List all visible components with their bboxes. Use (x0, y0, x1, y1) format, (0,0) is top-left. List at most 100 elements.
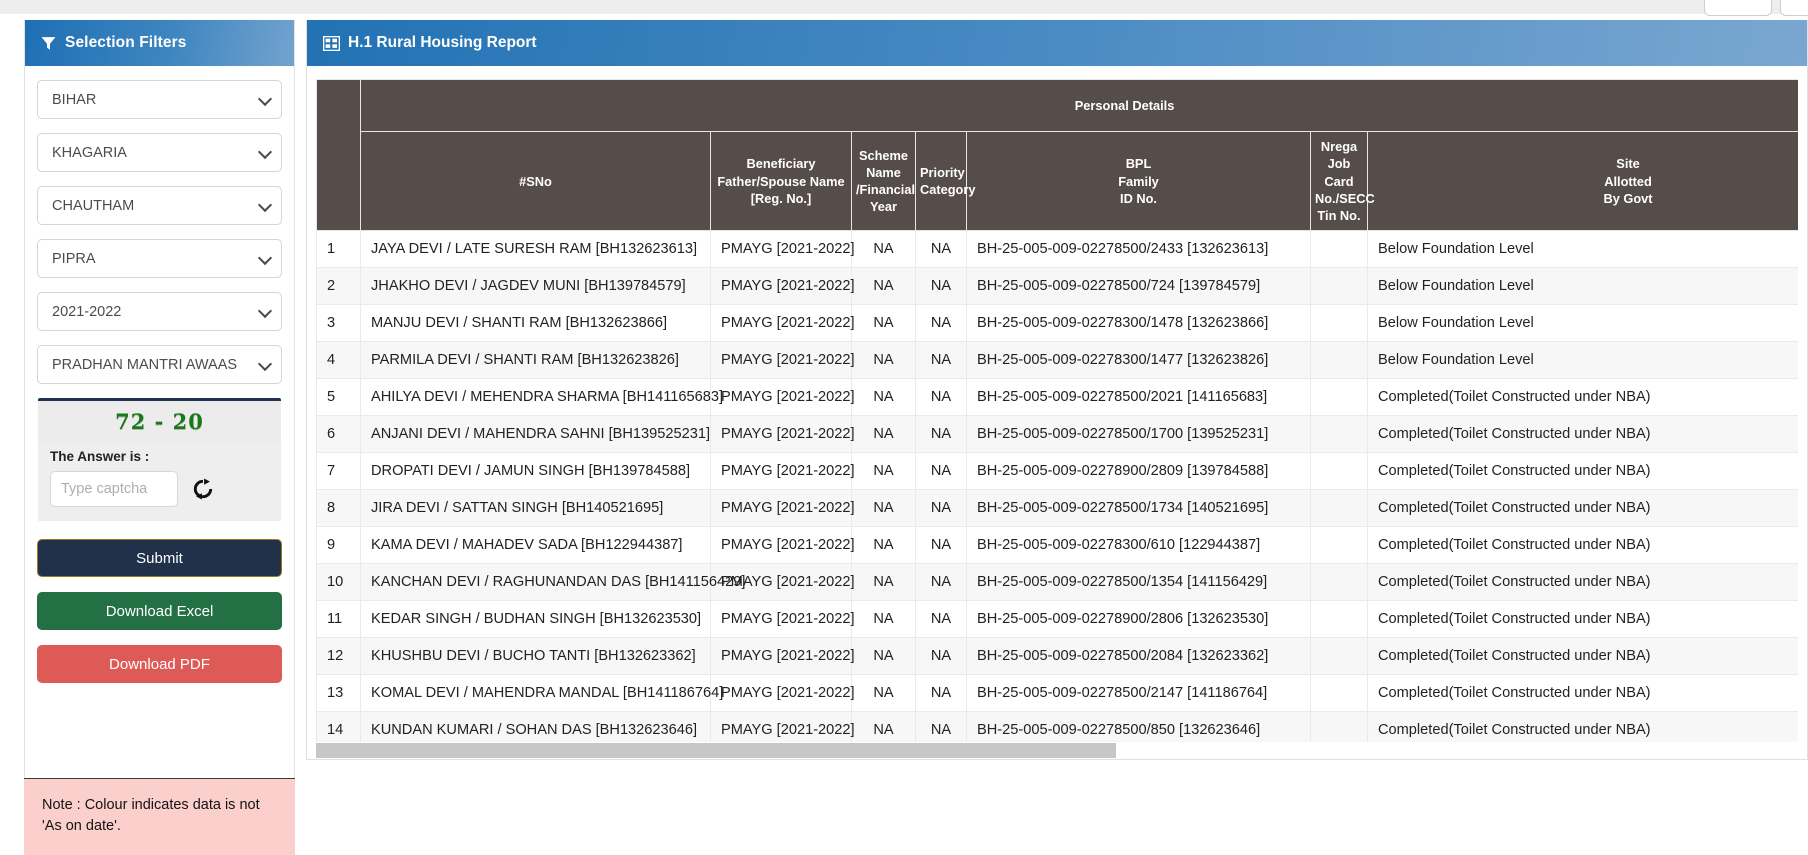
cell-bpl-family-id: NA (915, 563, 967, 602)
col-header-bpl-line3: ID No. (1120, 190, 1157, 206)
cell-priority-category: NA (851, 452, 916, 491)
cell-sno: 9 (316, 526, 361, 565)
cell-priority-category: NA (851, 378, 916, 417)
col-header-beneficiary[interactable]: Beneficiary Father/Spouse Name [Reg. No.… (710, 130, 852, 232)
colour-note: Note : Colour indicates data is not 'As … (24, 777, 295, 855)
download-pdf-button[interactable]: Download PDF (37, 645, 282, 683)
cell-bpl-family-id: NA (915, 267, 967, 306)
cell-beneficiary-name: KEDAR SINGH / BUDHAN SINGH [BH132623530] (360, 600, 711, 639)
col-header-scheme-line2: /Financial Year (856, 182, 916, 215)
cell-bpl-family-id: NA (915, 304, 967, 343)
report-table: Personal Details #SNo Beneficiary Father… (316, 79, 1798, 759)
cell-beneficiary-name: KAMA DEVI / MAHADEV SADA [BH122944387] (360, 526, 711, 565)
column-header-row: #SNo Beneficiary Father/Spouse Name [Reg… (317, 130, 1798, 232)
cell-priority-category: NA (851, 637, 916, 676)
cell-nrega-job-card: BH-25-005-009-02278900/2809 [139784588] (966, 452, 1311, 491)
cell-priority-category: NA (851, 489, 916, 528)
block-select[interactable]: CHAUTHAM (37, 186, 282, 225)
block-select-value: CHAUTHAM (52, 197, 135, 214)
top-pill-1[interactable] (1704, 0, 1772, 16)
cell-bpl-family-id: NA (915, 526, 967, 565)
cell-beneficiary-name: KHUSHBU DEVI / BUCHO TANTI [BH132623362] (360, 637, 711, 676)
refresh-icon[interactable] (192, 478, 214, 500)
cell-bpl-family-id: NA (915, 341, 967, 380)
col-header-sno[interactable]: #SNo (360, 130, 711, 232)
cell-house-status: Completed(Toilet Constructed under NBA) (1366, 637, 1798, 676)
col-header-priority[interactable]: Priority Category (915, 130, 975, 232)
report-header: H.1 Rural Housing Report (307, 20, 1807, 66)
filters-container: BIHAR KHAGARIA CHAUTHAM PIPRA 2021-2022 (25, 66, 294, 683)
cell-house-status: Completed(Toilet Constructed under NBA) (1366, 378, 1798, 417)
cell-site-allotted (1310, 230, 1368, 269)
browser-top-strip (0, 0, 1808, 16)
selection-filters-title: Selection Filters (65, 34, 187, 51)
download-excel-button[interactable]: Download Excel (37, 592, 282, 630)
cell-priority-category: NA (851, 526, 916, 565)
cell-house-status: Completed(Toilet Constructed under NBA) (1366, 563, 1798, 602)
table-row: 8 JIRA DEVI / SATTAN SINGH [BH140521695] P… (316, 489, 1798, 528)
col-header-nrega[interactable]: Nrega Job Card No./SECC Tin No. (1310, 130, 1375, 232)
cell-house-status: Below Foundation Level (1366, 304, 1798, 343)
col-header-bpl[interactable]: BPL Family ID No. (966, 130, 1311, 232)
cell-sno: 7 (316, 452, 361, 491)
col-header-bpl-line2: Family (1118, 173, 1159, 189)
cell-sno: 11 (316, 600, 361, 639)
col-header-priority-line2: Category (920, 182, 976, 198)
col-header-site-line2: Allotted (1604, 173, 1652, 189)
horizontal-scrollbar-thumb[interactable] (316, 743, 1116, 758)
scheme-select[interactable]: PRADHAN MANTRI AWAAS (37, 345, 282, 384)
cell-house-status: Completed(Toilet Constructed under NBA) (1366, 489, 1798, 528)
panchayat-select[interactable]: PIPRA (37, 239, 282, 278)
report-table-scroll[interactable]: Personal Details #SNo Beneficiary Father… (316, 79, 1798, 759)
cell-bpl-family-id: NA (915, 378, 967, 417)
app-root: Selection Filters BIHAR KHAGARIA CHAUTHA… (0, 0, 1808, 855)
cell-priority-category: NA (851, 267, 916, 306)
financial-year-select[interactable]: 2021-2022 (37, 292, 282, 331)
state-select[interactable]: BIHAR (37, 80, 282, 119)
chevron-down-icon (257, 197, 273, 212)
col-header-beneficiary-line1: Beneficiary Father/Spouse Name [Reg. No.… (717, 156, 845, 206)
cell-bpl-family-id: NA (915, 415, 967, 454)
cell-bpl-family-id: NA (915, 489, 967, 528)
table-row: 7 DROPATI DEVI / JAMUN SINGH [BH139784588… (316, 452, 1798, 491)
report-panel: H.1 Rural Housing Report Personal Detail… (306, 20, 1808, 760)
table-row: 6 ANJANI DEVI / MAHENDRA SAHNI [BH1395252… (316, 415, 1798, 454)
table-row: 12 KHUSHBU DEVI / BUCHO TANTI [BH13262336… (316, 637, 1798, 676)
state-select-value: BIHAR (52, 91, 97, 108)
top-pill-2[interactable] (1780, 0, 1808, 16)
cell-house-status: Below Foundation Level (1366, 267, 1798, 306)
cell-scheme: PMAYG [2021-2022] (710, 267, 855, 306)
cell-priority-category: NA (851, 341, 916, 380)
horizontal-scrollbar-track[interactable] (316, 742, 1798, 759)
col-header-site-line1: Site (1616, 156, 1640, 172)
cell-site-allotted (1310, 600, 1368, 639)
captcha-input[interactable] (50, 471, 178, 507)
cell-sno: 2 (316, 267, 361, 306)
table-row: 2 JHAKHO DEVI / JAGDEV MUNI [BH139784579]… (316, 267, 1798, 306)
col-header-site[interactable]: Site Allotted By Govt (1366, 130, 1798, 232)
cell-beneficiary-name: ANJANI DEVI / MAHENDRA SAHNI [BH13952523… (360, 415, 711, 454)
table-row: 9 KAMA DEVI / MAHADEV SADA [BH122944387] P… (316, 526, 1798, 565)
cell-sno: 3 (316, 304, 361, 343)
cell-house-status: Completed(Toilet Constructed under NBA) (1366, 600, 1798, 639)
selection-filters-header: Selection Filters (25, 20, 294, 66)
cell-sno: 12 (316, 637, 361, 676)
district-select[interactable]: KHAGARIA (37, 133, 282, 172)
captcha-label: The Answer is : (50, 449, 150, 464)
captcha-challenge: 72 - 20 (38, 401, 281, 443)
cell-nrega-job-card: BH-25-005-009-02278500/2084 [132623362] (966, 637, 1311, 676)
col-header-scheme-line1: Scheme Name (858, 147, 909, 180)
cell-site-allotted (1310, 526, 1368, 565)
group-header-blank (316, 79, 361, 232)
cell-bpl-family-id: NA (915, 674, 967, 713)
cell-site-allotted (1310, 304, 1368, 343)
col-header-sno-line1: #SNo (519, 173, 552, 189)
cell-priority-category: NA (851, 600, 916, 639)
cell-priority-category: NA (851, 230, 916, 269)
cell-sno: 8 (316, 489, 361, 528)
cell-nrega-job-card: BH-25-005-009-02278500/2433 [132623613] (966, 230, 1311, 269)
table-row: 4 PARMILA DEVI / SHANTI RAM [BH132623826]… (316, 341, 1798, 380)
submit-button[interactable]: Submit (37, 539, 282, 577)
cell-nrega-job-card: BH-25-005-009-02278500/724 [139784579] (966, 267, 1311, 306)
col-header-scheme[interactable]: Scheme Name /Financial Year (851, 130, 916, 232)
